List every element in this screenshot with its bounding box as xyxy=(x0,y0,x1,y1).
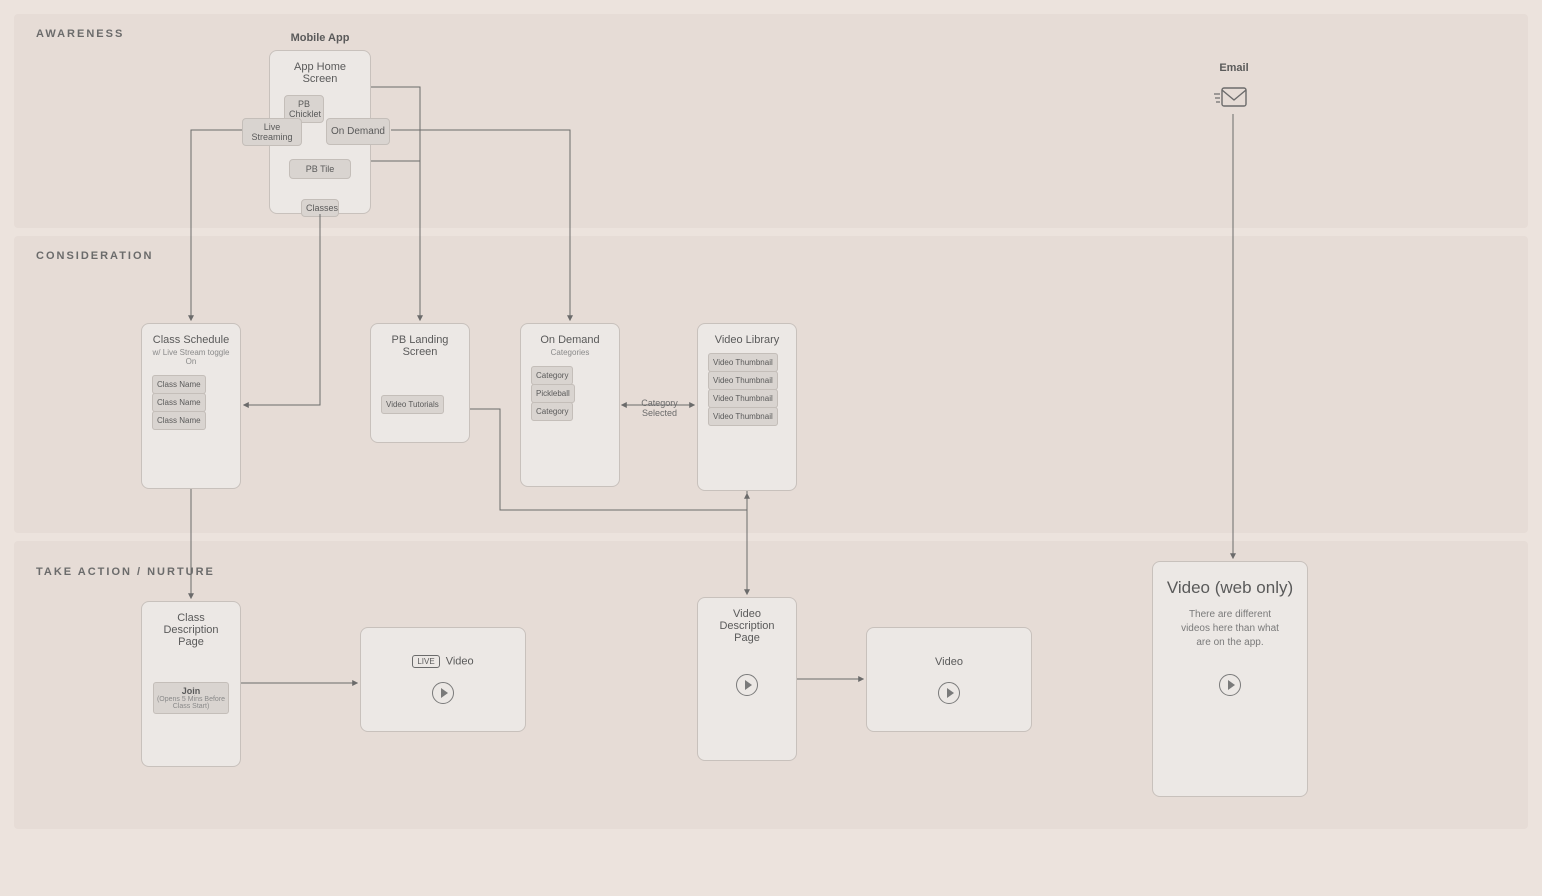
card-on-demand: On Demand Categories Category Pickleball… xyxy=(520,323,620,487)
card-title: App Home Screen xyxy=(280,61,360,85)
card-video[interactable]: Video xyxy=(866,627,1032,732)
card-title: PB Landing Screen xyxy=(381,334,459,358)
card-class-schedule: Class Schedule w/ Live Stream toggle On … xyxy=(141,323,241,489)
tab-live-streaming[interactable]: Live Streaming xyxy=(242,118,302,146)
pill-video-tutorials[interactable]: Video Tutorials xyxy=(381,395,444,414)
web-video-title: Video (web only) xyxy=(1163,578,1297,598)
video-label: Video xyxy=(935,656,963,668)
card-web-video: Video (web only) There are different vid… xyxy=(1152,561,1308,797)
card-video-library: Video Library Video Thumbnail Video Thum… xyxy=(697,323,797,491)
web-video-subtitle: There are different videos here than wha… xyxy=(1163,608,1297,650)
live-badge: LIVE xyxy=(412,655,439,668)
card-video-description: Video Description Page xyxy=(697,597,797,761)
join-note: (Opens 5 Mins Before Class Start) xyxy=(156,696,226,710)
video-text: Video xyxy=(446,655,474,667)
class-row-0[interactable]: Class Name xyxy=(152,375,206,394)
email-icon xyxy=(1214,82,1254,112)
category-2[interactable]: Category xyxy=(531,402,573,421)
card-title: Video Description Page xyxy=(708,608,786,644)
join-button[interactable]: Join (Opens 5 Mins Before Class Start) xyxy=(153,682,229,714)
join-label: Join xyxy=(156,686,226,696)
live-video-label: LIVE Video xyxy=(412,655,473,668)
column-label-mobile: Mobile App xyxy=(288,32,352,44)
video-thumb-1[interactable]: Video Thumbnail xyxy=(708,371,778,390)
card-title: Class Schedule xyxy=(152,334,230,346)
play-icon xyxy=(938,682,960,704)
card-title: On Demand xyxy=(531,334,609,346)
card-subtitle: Categories xyxy=(531,348,609,357)
card-class-description: Class Description Page Join (Opens 5 Min… xyxy=(141,601,241,767)
card-pb-landing: PB Landing Screen Video Tutorials xyxy=(370,323,470,443)
video-thumb-2[interactable]: Video Thumbnail xyxy=(708,389,778,408)
class-row-1[interactable]: Class Name xyxy=(152,393,206,412)
video-thumb-3[interactable]: Video Thumbnail xyxy=(708,407,778,426)
stage-label-consideration: CONSIDERATION xyxy=(36,250,153,262)
video-thumb-0[interactable]: Video Thumbnail xyxy=(708,353,778,372)
tab-on-demand[interactable]: On Demand xyxy=(326,118,390,145)
stage-label-action: TAKE ACTION / NURTURE xyxy=(36,566,215,578)
card-title: Class Description Page xyxy=(152,612,230,648)
pill-pb-tile[interactable]: PB Tile xyxy=(289,159,351,179)
stage-label-awareness: AWARENESS xyxy=(36,28,124,40)
class-row-2[interactable]: Class Name xyxy=(152,411,206,430)
card-live-video[interactable]: LIVE Video xyxy=(360,627,526,732)
card-subtitle: w/ Live Stream toggle On xyxy=(152,348,230,366)
card-title: Video Library xyxy=(708,334,786,346)
category-0[interactable]: Category xyxy=(531,366,573,385)
play-icon[interactable] xyxy=(736,674,758,696)
column-label-email: Email xyxy=(1214,62,1254,74)
category-1[interactable]: Pickleball xyxy=(531,384,575,403)
play-icon xyxy=(432,682,454,704)
play-icon[interactable] xyxy=(1219,674,1241,696)
edge-label-category-selected: Category Selected xyxy=(632,398,687,418)
pill-classes[interactable]: Classes xyxy=(301,199,339,217)
